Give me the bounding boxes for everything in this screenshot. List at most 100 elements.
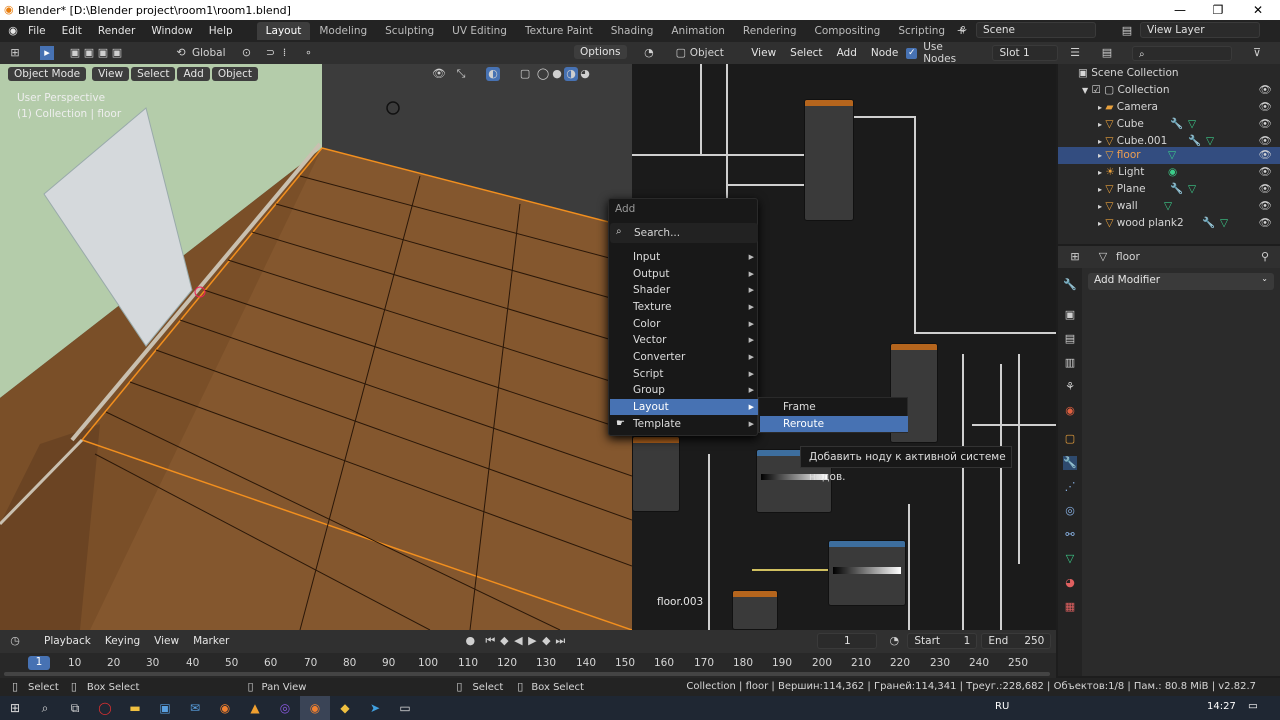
pivot-icon[interactable]: ⊙ — [240, 46, 254, 60]
outliner-scene-collection[interactable]: ▣ Scene Collection — [1058, 65, 1280, 82]
scene-field[interactable]: Scene — [976, 22, 1096, 38]
timeline-scrollbar[interactable] — [4, 672, 1050, 676]
play-icon[interactable]: ▶ — [525, 634, 539, 648]
pin-icon[interactable]: ⚲ — [1258, 250, 1272, 264]
next-keyframe-icon[interactable]: ◆ — [539, 634, 553, 648]
tab-shading[interactable]: Shading — [602, 22, 663, 40]
modifier-tab-icon[interactable]: 🔧 — [1063, 456, 1077, 470]
menu-window[interactable]: Window — [143, 25, 200, 37]
search-icon[interactable]: ⌕ — [30, 696, 60, 720]
snap-target-icon[interactable]: ⁞ — [278, 46, 292, 60]
jump-start-icon[interactable]: ⏮ — [483, 634, 497, 648]
select-invert-icon[interactable]: ▣ — [110, 46, 124, 60]
outliner-collection[interactable]: ▼ ☑ ▢ Collection 👁 — [1058, 82, 1280, 99]
notifications-icon[interactable]: ▭ — [1248, 700, 1258, 712]
eye-icon[interactable]: 👁 — [1259, 116, 1272, 133]
preview-range-icon[interactable]: ◔ — [887, 634, 901, 648]
select-tool-icon[interactable]: ▸ — [40, 46, 54, 60]
prev-keyframe-icon[interactable]: ◆ — [497, 634, 511, 648]
proportional-icon[interactable]: ∘ — [302, 46, 316, 60]
record-icon[interactable]: ● — [463, 634, 477, 648]
timeline-menu-view[interactable]: View — [148, 634, 185, 648]
gizmo-icon[interactable]: ⤡ — [454, 67, 468, 81]
world-tab-icon[interactable]: ◉ — [1063, 404, 1077, 418]
tab-modeling[interactable]: Modeling — [310, 22, 376, 40]
view-layer-field[interactable]: View Layer — [1140, 22, 1260, 38]
eye-icon[interactable]: 👁 — [1259, 147, 1272, 164]
tab-texture-paint[interactable]: Texture Paint — [516, 22, 602, 40]
current-frame-field[interactable]: 1 — [817, 633, 878, 649]
language-indicator[interactable]: RU — [995, 701, 1009, 712]
outliner-item-plane[interactable]: ▸ ▽ Plane 🔧 ▽ 👁 — [1058, 181, 1280, 198]
add-menu-group[interactable]: Group ▶ — [610, 382, 758, 398]
timeline-menu-marker[interactable]: Marker — [187, 634, 235, 648]
file-explorer-icon[interactable]: ▬ — [120, 696, 150, 720]
submenu-frame[interactable]: Frame — [760, 399, 908, 415]
mail-icon[interactable]: ✉ — [180, 696, 210, 720]
eye-icon[interactable]: 👁 — [1259, 181, 1272, 198]
collection-checkbox-icon[interactable]: ☑ — [1092, 84, 1101, 96]
add-menu-template[interactable]: ☛ Template ▶ — [610, 416, 758, 432]
node-editor-type-icon[interactable]: ◔ — [642, 46, 656, 60]
blender-menu-icon[interactable]: ◉ — [6, 24, 20, 38]
add-menu-input[interactable]: Input ▶ — [610, 249, 758, 265]
outliner-item-wood-plank2[interactable]: ▸ ▽ wood plank2 🔧 ▽ 👁 — [1058, 215, 1280, 232]
timeline-menu-keying[interactable]: Keying — [99, 634, 146, 648]
wireframe-shading-icon[interactable]: ◯ — [536, 67, 550, 81]
app-icon[interactable]: ◆ — [330, 696, 360, 720]
select-mode-icon[interactable]: ▣ — [68, 46, 82, 60]
tool-tab-icon[interactable]: 🔧 — [1063, 278, 1077, 292]
tab-scripting[interactable]: Scripting — [889, 22, 954, 40]
select-extend-icon[interactable]: ▣ — [82, 46, 96, 60]
tab-layout[interactable]: Layout — [256, 22, 311, 40]
playhead[interactable]: 1 — [28, 656, 50, 670]
object-tab-icon[interactable]: ▢ — [1063, 432, 1077, 446]
tab-animation[interactable]: Animation — [662, 22, 734, 40]
material-shading-icon[interactable]: ◑ — [564, 67, 579, 81]
viewport-menu-add[interactable]: Add — [177, 67, 210, 81]
menu-render[interactable]: Render — [90, 25, 143, 37]
outliner-type-icon[interactable]: ☰ — [1068, 46, 1082, 60]
outliner-item-light[interactable]: ▸ ☀ Light ◉ 👁 — [1058, 164, 1280, 181]
timeline-type-icon[interactable]: ◷ — [8, 634, 22, 648]
add-menu-color[interactable]: Color ▶ — [610, 316, 758, 332]
outliner-item-floor[interactable]: ▸ ▽ floor ▽ 👁 — [1058, 147, 1280, 164]
xray-icon[interactable]: ▢ — [518, 67, 532, 81]
start-frame-field[interactable]: Start 1 — [907, 633, 978, 649]
solid-shading-icon[interactable]: ● — [550, 67, 564, 81]
filter-icon[interactable]: ⊽ — [1250, 46, 1264, 60]
timeline-menu-playback[interactable]: Playback — [38, 634, 97, 648]
add-menu-vector[interactable]: Vector ▶ — [610, 332, 758, 348]
data-tab-icon[interactable]: ▽ — [1063, 552, 1077, 566]
output-tab-icon[interactable]: ▤ — [1063, 332, 1077, 346]
texture-tab-icon[interactable]: ▦ — [1063, 600, 1077, 614]
display-mode-icon[interactable]: ▤ — [1100, 46, 1114, 60]
maximize-button[interactable]: ❐ — [1198, 0, 1238, 20]
viber-icon[interactable]: ◎ — [270, 696, 300, 720]
menu-help[interactable]: Help — [201, 25, 241, 37]
task-view-icon[interactable]: ⧉ — [60, 696, 90, 720]
view-layer-tab-icon[interactable]: ▥ — [1063, 356, 1077, 370]
outliner-item-wall[interactable]: ▸ ▽ wall ▽ 👁 — [1058, 198, 1280, 215]
add-menu-texture[interactable]: Texture ▶ — [610, 299, 758, 315]
add-modifier-button[interactable]: Add Modifier ⌄ — [1088, 273, 1274, 290]
close-button[interactable]: ✕ — [1238, 0, 1278, 20]
node-menu-node[interactable]: Node — [865, 46, 904, 60]
add-menu-shader[interactable]: Shader ▶ — [610, 282, 758, 298]
add-menu-script[interactable]: Script ▶ — [610, 366, 758, 382]
physics-tab-icon[interactable]: ◎ — [1063, 504, 1077, 518]
transform-orientation[interactable]: Global — [192, 47, 226, 59]
menu-file[interactable]: File — [20, 25, 54, 37]
viewport-menu-view[interactable]: View — [92, 67, 130, 81]
editor-type-icon[interactable]: ⊞ — [8, 46, 22, 60]
minimize-button[interactable]: — — [1160, 0, 1200, 20]
material-tab-icon[interactable]: ◕ — [1063, 576, 1077, 590]
opera-icon[interactable]: ◯ — [90, 696, 120, 720]
menu-edit[interactable]: Edit — [54, 25, 90, 37]
clock[interactable]: 14:27 — [1207, 701, 1236, 712]
rendered-shading-icon[interactable]: ◕ — [578, 67, 592, 81]
telegram-icon[interactable]: ➤ — [360, 696, 390, 720]
viewport-menu-select[interactable]: Select — [131, 67, 176, 81]
node-menu-view[interactable]: View — [745, 46, 782, 60]
mode-select[interactable]: Object Mode — [8, 67, 87, 81]
